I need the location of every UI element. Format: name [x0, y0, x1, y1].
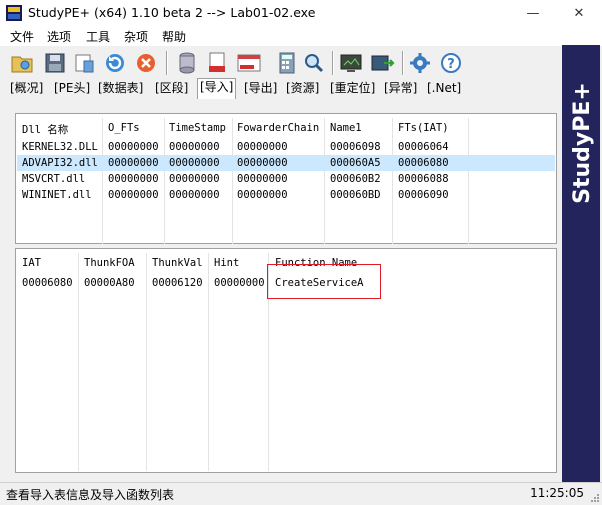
- dll-import-table: Dll 名称 O_FTs TimeStamp FowarderChain Nam…: [15, 113, 557, 244]
- table-cell: 00000000: [169, 141, 220, 153]
- title-bar: StudyPE+ (x64) 1.10 beta 2 --> Lab01-02.…: [0, 0, 602, 27]
- toolbar: ?: [6, 47, 564, 81]
- open-folder-icon[interactable]: [10, 49, 36, 77]
- toolbar-separator: [402, 51, 404, 75]
- table-cell: 000060B2: [330, 173, 381, 185]
- table-cell: 00000000: [214, 277, 265, 289]
- status-message: 查看导入表信息及导入函数列表: [6, 488, 175, 502]
- tab-relocations[interactable]: [重定位]: [330, 80, 375, 97]
- table-cell: 00000000: [108, 189, 159, 201]
- help-icon[interactable]: ?: [438, 49, 464, 77]
- table-cell: 00006080: [398, 157, 449, 169]
- stop-icon[interactable]: [133, 49, 159, 77]
- table-cell: 00000000: [108, 157, 159, 169]
- table-cell: 00000000: [108, 173, 159, 185]
- table-cell: 00000000: [237, 189, 288, 201]
- menu-help[interactable]: 帮助: [162, 28, 186, 45]
- refresh-icon[interactable]: [102, 49, 128, 77]
- column-header[interactable]: FTs(IAT): [398, 122, 449, 134]
- checksum-icon[interactable]: [71, 49, 97, 77]
- table-cell: 00000000: [237, 173, 288, 185]
- asm-file-icon[interactable]: [236, 49, 262, 77]
- dll-name: WININET.dll: [22, 189, 92, 201]
- save-icon[interactable]: [42, 49, 68, 77]
- table-cell: 00006088: [398, 173, 449, 185]
- menu-options[interactable]: 选项: [47, 28, 71, 45]
- minimize-button[interactable]: —: [510, 0, 556, 27]
- column-header[interactable]: FowarderChain: [237, 122, 319, 134]
- svg-text:?: ?: [447, 57, 455, 72]
- toolbar-separator: [166, 51, 168, 75]
- column-header[interactable]: ThunkFOA: [84, 257, 135, 269]
- menu-tools[interactable]: 工具: [86, 28, 110, 45]
- dll-name: KERNEL32.DLL: [22, 141, 98, 153]
- annotation-highlight-box: [267, 264, 381, 299]
- table-cell: 00000000: [108, 141, 159, 153]
- status-time: 11:25:05: [530, 486, 584, 500]
- table-cell: 00006098: [330, 141, 381, 153]
- status-bar: 查看导入表信息及导入函数列表 11:25:05: [0, 482, 602, 505]
- column-header[interactable]: Dll 名称: [22, 122, 68, 137]
- dll-name: MSVCRT.dll: [22, 173, 86, 185]
- database-icon[interactable]: [174, 49, 200, 77]
- menu-bar: 文件 选项 工具 杂项 帮助: [0, 27, 602, 46]
- column-header[interactable]: ThunkVal: [152, 257, 203, 269]
- toolbar-separator: [332, 51, 334, 75]
- table-cell: 00000000: [169, 189, 220, 201]
- screen-icon[interactable]: [338, 49, 364, 77]
- table-cell: 000060A5: [330, 157, 381, 169]
- tab-imports[interactable]: [导入]: [197, 78, 237, 99]
- asm-icon[interactable]: [204, 49, 230, 77]
- app-icon: [6, 5, 22, 21]
- column-header[interactable]: IAT: [22, 257, 41, 269]
- tab-exceptions[interactable]: [异常]: [384, 80, 417, 97]
- table-cell: 00000000: [169, 157, 220, 169]
- close-button[interactable]: ✕: [556, 0, 602, 27]
- table-cell: 00000000: [237, 157, 288, 169]
- table-cell: 000060BD: [330, 189, 381, 201]
- tab-overview[interactable]: [概况]: [10, 80, 43, 97]
- column-header[interactable]: Hint: [214, 257, 239, 269]
- table-cell: 00006064: [398, 141, 449, 153]
- column-header[interactable]: Name1: [330, 122, 362, 134]
- search-icon[interactable]: [301, 49, 327, 77]
- tab-resources[interactable]: [资源]: [286, 80, 319, 97]
- table-cell: 00000000: [237, 141, 288, 153]
- brand-logo-text: StudyPE+: [570, 82, 595, 204]
- brand-sidebar: StudyPE+: [562, 45, 600, 482]
- export-icon[interactable]: [370, 49, 396, 77]
- column-header[interactable]: TimeStamp: [169, 122, 226, 134]
- gear-icon[interactable]: [407, 49, 433, 77]
- window-title: StudyPE+ (x64) 1.10 beta 2 --> Lab01-02.…: [28, 5, 316, 20]
- tab-data-directory[interactable]: [数据表]: [98, 80, 143, 97]
- table-cell: 00000000: [169, 173, 220, 185]
- resize-grip-icon[interactable]: [589, 492, 600, 503]
- tab-dotnet[interactable]: [.Net]: [427, 80, 461, 97]
- column-header[interactable]: O_FTs: [108, 122, 140, 134]
- menu-file[interactable]: 文件: [10, 28, 34, 45]
- table-cell: 00006080: [22, 277, 73, 289]
- tab-exports[interactable]: [导出]: [244, 80, 277, 97]
- dll-name: ADVAPI32.dll: [22, 157, 98, 169]
- table-cell: 00000A80: [84, 277, 135, 289]
- tab-pe-header[interactable]: [PE头]: [54, 80, 90, 97]
- calculator-icon[interactable]: [274, 49, 300, 77]
- table-cell: 00006120: [152, 277, 203, 289]
- tab-sections[interactable]: [区段]: [155, 80, 188, 97]
- table-cell: 00006090: [398, 189, 449, 201]
- menu-misc[interactable]: 杂项: [124, 28, 148, 45]
